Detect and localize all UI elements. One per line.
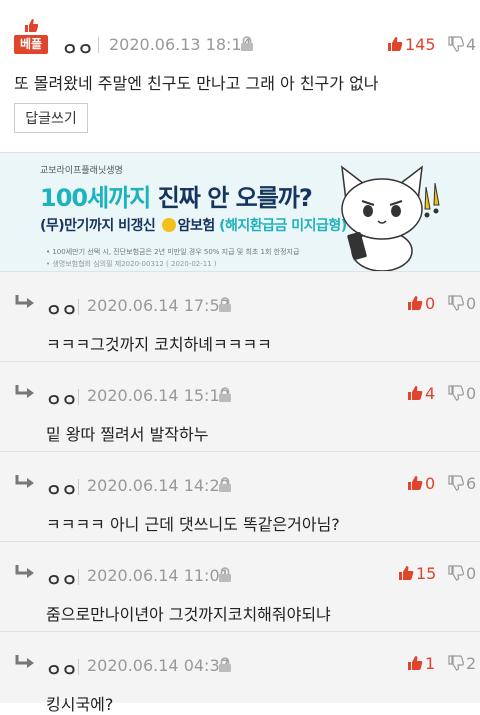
nickname[interactable]: ㅇㅇ bbox=[46, 656, 77, 681]
ad-sub-part3: (해지환급금 미지급형) bbox=[219, 218, 347, 234]
thumbs-down-icon bbox=[448, 475, 464, 491]
reply-text: ㅋㅋㅋ그것까지 코치하녜ㅋㅋㅋㅋ bbox=[46, 335, 272, 354]
reply-arrow-icon bbox=[15, 655, 34, 668]
divider bbox=[98, 37, 99, 53]
downvote-button[interactable]: 2 bbox=[448, 654, 476, 673]
ad-banner[interactable]: 교보라이프플래닛생명 100세까지 진짜 안 오를까? (무)만기까지 비갱신 … bbox=[0, 152, 480, 272]
divider bbox=[78, 299, 79, 315]
reply-date: 2020.06.14 15:19 bbox=[87, 386, 230, 405]
thumbs-down-icon bbox=[448, 565, 464, 581]
ad-headline-rest: 진짜 안 오를까? bbox=[150, 184, 313, 212]
upvote-button[interactable]: 145 bbox=[387, 35, 436, 54]
ad-subtitle: (무)만기까지 비갱신 암보험 (해지환급금 미지급형) bbox=[40, 215, 347, 235]
reply-text: 줌으로만나이년아 그것까지코치해줘야되냐 bbox=[46, 605, 331, 624]
downvote-count: 0 bbox=[466, 564, 477, 583]
ad-headline-accent: 100세까지 bbox=[40, 184, 151, 212]
best-comment: 베플 ㅇㅇ 2020.06.13 18:14 145 4 또 몰려왔네 주말엔 … bbox=[0, 0, 480, 152]
thumbs-up-icon bbox=[399, 566, 414, 580]
ad-company: 교보라이프플래닛생명 bbox=[40, 166, 123, 176]
nickname[interactable]: ㅇㅇ bbox=[46, 476, 77, 501]
best-thumb-icon bbox=[25, 19, 38, 32]
reply-arrow-icon bbox=[15, 385, 34, 398]
thumbs-down-icon bbox=[448, 295, 464, 311]
thumbs-up-icon bbox=[408, 296, 423, 310]
lock-icon[interactable] bbox=[218, 297, 232, 313]
best-label: 베플 bbox=[14, 35, 48, 54]
downvote-button[interactable]: 0 bbox=[448, 384, 476, 403]
thumbs-down-icon bbox=[448, 385, 464, 401]
upvote-button[interactable]: 4 bbox=[407, 384, 435, 403]
reply-date: 2020.06.14 04:37 bbox=[87, 656, 230, 675]
cat-mascot-icon bbox=[341, 165, 440, 271]
reply-item: ㅇㅇ 2020.06.14 17:53 0 0 ㅋㅋㅋ그것까지 코치하녜ㅋㅋㅋㅋ bbox=[0, 271, 480, 362]
reply-text: 킹시국에? bbox=[46, 695, 114, 714]
reply-item: ㅇㅇ 2020.06.14 14:29 0 6 ㅋㅋㅋㅋ 아니 근데 댓쓰니도 … bbox=[0, 451, 480, 542]
downvote-count: 0 bbox=[466, 294, 477, 313]
reply-text: 밑 왕따 찔려서 발작하누 bbox=[46, 425, 209, 444]
lock-icon[interactable] bbox=[218, 477, 232, 493]
ad-sub-part2: 암보험 bbox=[177, 218, 216, 234]
downvote-button[interactable]: 0 bbox=[448, 564, 476, 583]
thumbs-up-icon bbox=[408, 386, 423, 400]
divider bbox=[78, 569, 79, 585]
lock-icon[interactable] bbox=[218, 387, 232, 403]
upvote-count: 0 bbox=[425, 294, 436, 313]
nickname[interactable]: ㅇㅇ bbox=[46, 386, 77, 411]
coin-icon bbox=[161, 218, 176, 232]
downvote-button[interactable]: 6 bbox=[448, 474, 476, 493]
reply-arrow-icon bbox=[15, 565, 34, 578]
ad-fineprint-2: • 생명보험협회 심의필 제2020-00312 ( 2020-02-11 ) bbox=[46, 260, 217, 268]
downvote-button[interactable]: 0 bbox=[448, 294, 476, 313]
upvote-button[interactable]: 15 bbox=[398, 564, 436, 583]
comment-date: 2020.06.13 18:14 bbox=[109, 35, 252, 54]
write-reply-button[interactable]: 답글쓰기 bbox=[14, 103, 88, 133]
divider bbox=[78, 659, 79, 675]
upvote-count: 15 bbox=[416, 564, 437, 583]
nickname[interactable]: ㅇㅇ bbox=[62, 35, 93, 60]
nickname[interactable]: ㅇㅇ bbox=[46, 296, 77, 321]
downvote-count: 6 bbox=[466, 474, 477, 493]
downvote-count: 0 bbox=[466, 384, 477, 403]
comment-text: 또 몰려왔네 주말엔 친구도 만나고 그래 아 친구가 없나 bbox=[14, 74, 379, 93]
thumbs-up-icon bbox=[408, 656, 423, 670]
lock-icon[interactable] bbox=[240, 36, 254, 52]
upvote-count: 145 bbox=[405, 35, 436, 54]
reply-date: 2020.06.14 17:53 bbox=[87, 296, 230, 315]
divider bbox=[78, 389, 79, 405]
reply-date: 2020.06.14 11:01 bbox=[87, 566, 230, 585]
downvote-count: 2 bbox=[466, 654, 477, 673]
ad-headline: 100세까지 진짜 안 오를까? bbox=[40, 178, 313, 213]
thumbs-up-icon bbox=[388, 37, 403, 51]
reply-item: ㅇㅇ 2020.06.14 04:37 1 2 킹시국에? bbox=[0, 631, 480, 714]
thumbs-down-icon bbox=[448, 36, 464, 52]
upvote-button[interactable]: 0 bbox=[407, 474, 435, 493]
reply-item: ㅇㅇ 2020.06.14 15:19 4 0 밑 왕따 찔려서 발작하누 bbox=[0, 361, 480, 452]
upvote-count: 1 bbox=[425, 654, 436, 673]
upvote-button[interactable]: 1 bbox=[407, 654, 435, 673]
nickname[interactable]: ㅇㅇ bbox=[46, 566, 77, 591]
upvote-button[interactable]: 0 bbox=[407, 294, 435, 313]
divider bbox=[78, 479, 79, 495]
ad-sub-part1: (무)만기까지 비갱신 bbox=[40, 218, 156, 234]
ad-fineprint-1: • 100세만기 선택 시, 진단보험금은 2년 미만일 경우 50% 지급 및… bbox=[46, 248, 300, 256]
thumbs-down-icon bbox=[448, 655, 464, 671]
reply-text: ㅋㅋㅋㅋ 아니 근데 댓쓰니도 똑같은거아님? bbox=[46, 515, 340, 534]
reply-date: 2020.06.14 14:29 bbox=[87, 476, 230, 495]
reply-arrow-icon bbox=[15, 295, 34, 308]
downvote-count: 4 bbox=[466, 35, 477, 54]
upvote-count: 0 bbox=[425, 474, 436, 493]
lock-icon[interactable] bbox=[218, 567, 232, 583]
upvote-count: 4 bbox=[425, 384, 436, 403]
reply-arrow-icon bbox=[15, 475, 34, 488]
thumbs-up-icon bbox=[408, 476, 423, 490]
downvote-button[interactable]: 4 bbox=[448, 35, 476, 54]
reply-item: ㅇㅇ 2020.06.14 11:01 15 0 줌으로만나이년아 그것까지코치… bbox=[0, 541, 480, 632]
lock-icon[interactable] bbox=[218, 657, 232, 673]
